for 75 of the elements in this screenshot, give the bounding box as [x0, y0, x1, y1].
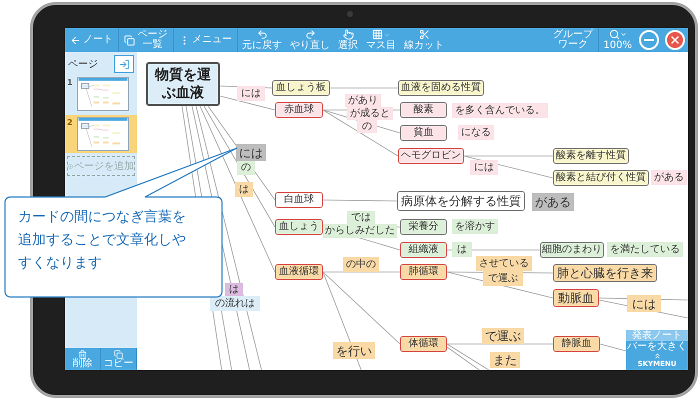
link-word[interactable]: の — [237, 161, 255, 175]
link-word[interactable]: になる — [458, 125, 494, 140]
concept-card[interactable]: 細胞のまわり — [540, 242, 604, 258]
widget-header: 発表ノート — [626, 330, 688, 341]
caret-icon — [620, 31, 627, 38]
minimize-button[interactable] — [639, 30, 659, 50]
search-icon — [608, 29, 620, 40]
concept-card[interactable]: 体循環 — [400, 336, 447, 352]
link-word[interactable]: を満たしている — [607, 242, 683, 257]
concept-card[interactable]: 赤血球 — [275, 102, 323, 118]
link-word[interactable]: があり — [345, 94, 381, 107]
link-word[interactable]: また — [490, 352, 520, 368]
concept-card[interactable]: 酸素 — [400, 102, 447, 118]
concept-card[interactable]: 貧血 — [400, 125, 447, 141]
concept-card[interactable]: 肺循環 — [400, 264, 447, 280]
concept-card[interactable]: 血しょう板 — [272, 80, 330, 96]
concept-card[interactable]: 血しょう — [275, 219, 323, 235]
concept-card[interactable]: 静脈血 — [553, 336, 600, 352]
link-word[interactable]: で運ぶ — [483, 271, 523, 286]
concept-card[interactable]: ヘモグロビン — [398, 148, 464, 164]
concept-card[interactable]: 栄養分 — [400, 219, 447, 235]
link-word[interactable]: では — [347, 211, 375, 224]
page-number: 2 — [67, 117, 74, 129]
link-word[interactable]: は — [235, 182, 253, 197]
page-thumbnail — [77, 117, 129, 151]
link-word[interactable]: がある — [532, 193, 574, 211]
link-word[interactable]: の流れは — [210, 296, 260, 311]
concept-card[interactable]: 病原体を分解する性質 — [397, 191, 525, 211]
concept-card[interactable]: 酸素と結び付く性質 — [553, 170, 649, 186]
export-button[interactable] — [114, 55, 134, 73]
link-word[interactable]: を多く含んでいる。 — [452, 103, 548, 118]
delete-icon — [78, 350, 87, 358]
link-word[interactable]: は — [225, 283, 243, 296]
scissors-icon — [418, 29, 430, 40]
link-word[interactable]: からしみだした — [323, 224, 397, 238]
grid-icon — [372, 29, 382, 40]
link-word[interactable]: の中の — [343, 257, 379, 272]
link-word[interactable]: を行い — [333, 342, 375, 359]
link-word[interactable]: で運ぶ — [482, 328, 524, 344]
plus-icon — [68, 162, 73, 170]
concept-card[interactable]: 酸素を離す性質 — [553, 148, 629, 164]
concept-card[interactable]: 血液循環 — [275, 264, 323, 280]
link-word[interactable]: が成ると — [347, 107, 393, 120]
link-word[interactable]: には — [236, 144, 266, 161]
concept-card[interactable]: 動脈血 — [553, 289, 599, 307]
concept-card[interactable]: 血液を固める性質 — [398, 80, 484, 96]
link-word[interactable]: を溶かす — [452, 219, 498, 234]
copy-icon — [114, 350, 123, 358]
link-word[interactable]: には — [237, 86, 265, 101]
back-arrow-icon — [70, 34, 81, 46]
page-thumbnail — [77, 77, 129, 111]
close-icon — [669, 34, 681, 46]
sidebar-title: ページ — [68, 58, 98, 72]
title-card[interactable]: 物質を運ぶ血液 — [146, 62, 220, 106]
redo-icon — [304, 29, 316, 40]
link-word[interactable]: させている — [476, 256, 532, 271]
link-word[interactable]: は — [452, 242, 472, 257]
page-item[interactable]: 2 — [65, 115, 137, 153]
close-button[interactable] — [665, 30, 685, 50]
callout-text: カードの間につなぎ言葉を追加することで文章化しやすくなります — [18, 208, 187, 273]
concept-card[interactable]: 白血球 — [275, 192, 323, 208]
undo-icon — [256, 29, 268, 40]
widget-label: バーを大きく — [627, 341, 687, 352]
page-item[interactable]: 1 — [65, 75, 137, 113]
pages-icon — [124, 34, 135, 46]
chevron-icon — [652, 352, 662, 360]
link-word[interactable]: がある — [651, 170, 687, 185]
export-icon — [118, 58, 130, 70]
page-number: 1 — [67, 77, 74, 89]
concept-card[interactable]: 組織液 — [400, 242, 447, 258]
link-word[interactable]: には — [627, 295, 661, 312]
concept-card[interactable]: 肺と心臓を行き来 — [553, 264, 657, 282]
hand-pointer-icon — [342, 29, 354, 40]
link-word[interactable]: には — [470, 160, 498, 175]
link-word[interactable]: の — [357, 120, 377, 133]
